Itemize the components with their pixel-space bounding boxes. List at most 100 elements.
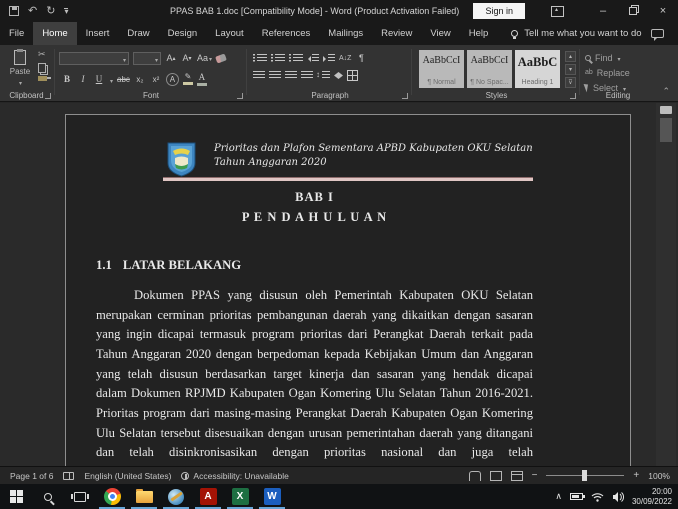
tab-view[interactable]: View bbox=[421, 22, 459, 45]
zoom-in-button[interactable]: + bbox=[633, 470, 639, 481]
taskbar-acrobat[interactable] bbox=[192, 484, 224, 509]
body-paragraph[interactable]: Dokumen PPAS yang disusun oleh Pemerinta… bbox=[96, 286, 533, 466]
wifi-icon[interactable] bbox=[591, 492, 604, 502]
tab-references[interactable]: References bbox=[253, 22, 320, 45]
font-color-button[interactable]: A bbox=[197, 73, 207, 86]
web-layout-button[interactable] bbox=[511, 471, 523, 481]
underline-button[interactable]: U bbox=[93, 72, 105, 86]
tab-home[interactable]: Home bbox=[33, 22, 76, 45]
align-center-button[interactable] bbox=[269, 71, 281, 80]
undo-icon[interactable]: ↶ bbox=[28, 6, 37, 17]
print-layout-button[interactable] bbox=[490, 471, 502, 481]
language-indicator[interactable]: English (United States) bbox=[84, 471, 171, 481]
ribbon-display-options-icon[interactable] bbox=[551, 6, 564, 17]
strikethrough-button[interactable]: abc bbox=[117, 72, 130, 86]
tab-help[interactable]: Help bbox=[460, 22, 498, 45]
tab-draw[interactable]: Draw bbox=[118, 22, 158, 45]
bullets-button[interactable] bbox=[253, 54, 267, 63]
italic-button[interactable]: I bbox=[77, 72, 89, 86]
shading-button[interactable] bbox=[334, 72, 343, 79]
superscript-button[interactable]: x² bbox=[150, 72, 162, 86]
styles-scroll-down-icon[interactable]: ▾ bbox=[565, 64, 576, 75]
taskbar-chrome[interactable] bbox=[96, 484, 128, 509]
borders-button[interactable] bbox=[347, 70, 358, 81]
underline-caret-icon[interactable] bbox=[109, 70, 113, 88]
style-normal[interactable]: AaBbCcI ¶ Normal bbox=[419, 50, 464, 88]
vertical-scrollbar[interactable] bbox=[656, 103, 676, 466]
numbering-button[interactable] bbox=[271, 54, 285, 63]
clear-formatting-button[interactable] bbox=[215, 53, 227, 63]
align-left-button[interactable] bbox=[253, 71, 265, 80]
sort-button[interactable]: A↓Z bbox=[339, 55, 351, 62]
tab-file[interactable]: File bbox=[0, 22, 33, 45]
clock[interactable]: 20:00 30/09/2022 bbox=[632, 487, 672, 507]
sign-in-button[interactable]: Sign in bbox=[473, 3, 525, 19]
tab-mailings[interactable]: Mailings bbox=[319, 22, 372, 45]
increase-indent-button[interactable] bbox=[323, 54, 335, 63]
accessibility-indicator[interactable]: Accessibility: Unavailable bbox=[181, 471, 288, 481]
speaker-icon[interactable] bbox=[612, 492, 624, 502]
start-button[interactable] bbox=[0, 484, 32, 509]
taskbar-search-button[interactable] bbox=[32, 484, 64, 509]
decrease-indent-button[interactable] bbox=[307, 54, 319, 63]
paste-button[interactable]: Paste bbox=[5, 50, 35, 94]
align-right-button[interactable] bbox=[285, 71, 297, 80]
save-icon[interactable] bbox=[9, 6, 19, 16]
scrollbar-thumb[interactable] bbox=[660, 118, 672, 142]
multilevel-list-button[interactable] bbox=[289, 54, 303, 63]
font-dialog-launcher-icon[interactable] bbox=[237, 93, 243, 99]
tab-review[interactable]: Review bbox=[372, 22, 421, 45]
change-case-button[interactable]: Aa bbox=[197, 51, 212, 65]
zoom-out-button[interactable]: − bbox=[532, 470, 538, 481]
read-mode-button[interactable] bbox=[469, 471, 481, 481]
justify-button[interactable] bbox=[301, 71, 313, 80]
format-painter-button[interactable] bbox=[38, 76, 47, 81]
redo-icon[interactable]: ↻ bbox=[46, 6, 55, 17]
font-size-combobox[interactable] bbox=[133, 52, 161, 65]
cut-button[interactable]: ✂ bbox=[38, 49, 47, 60]
replace-button[interactable]: ab Replace bbox=[585, 65, 630, 80]
text-effects-button[interactable]: A bbox=[166, 73, 179, 86]
document-page[interactable]: Prioritas dan Plafon Sementara APBD Kabu… bbox=[65, 114, 631, 466]
page-indicator[interactable]: Page 1 of 6 bbox=[10, 471, 53, 481]
clipboard-dialog-launcher-icon[interactable] bbox=[45, 93, 51, 99]
zoom-level[interactable]: 100% bbox=[648, 471, 670, 481]
battery-icon[interactable] bbox=[570, 493, 583, 500]
styles-scroll-up-icon[interactable]: ▴ bbox=[565, 51, 576, 62]
minimize-button[interactable]: – bbox=[588, 0, 618, 22]
line-spacing-button[interactable] bbox=[317, 71, 330, 80]
taskbar-excel[interactable] bbox=[224, 484, 256, 509]
restore-button[interactable] bbox=[618, 0, 648, 22]
style-no-spacing[interactable]: AaBbCcI ¶ No Spac... bbox=[467, 50, 512, 88]
font-name-combobox[interactable] bbox=[59, 52, 129, 65]
taskbar-file-explorer[interactable] bbox=[128, 484, 160, 509]
style-heading-1[interactable]: AaBbC Heading 1 bbox=[515, 50, 560, 88]
copy-button[interactable] bbox=[38, 63, 46, 73]
zoom-slider[interactable] bbox=[546, 475, 624, 476]
comments-icon[interactable] bbox=[651, 29, 664, 38]
zoom-slider-thumb[interactable] bbox=[582, 470, 587, 481]
shrink-font-button[interactable]: A▾ bbox=[181, 51, 193, 65]
proofing-status-icon[interactable] bbox=[63, 472, 74, 480]
customize-quick-access-icon[interactable]: ▾ bbox=[64, 8, 68, 15]
tray-expand-icon[interactable]: ∧ bbox=[555, 491, 562, 502]
paragraph-dialog-launcher-icon[interactable] bbox=[402, 93, 408, 99]
styles-more-icon[interactable]: ⊽ bbox=[565, 77, 576, 88]
taskbar-word[interactable] bbox=[256, 484, 288, 509]
ruler-toggle-icon[interactable] bbox=[660, 106, 672, 114]
show-paragraph-marks-button[interactable]: ¶ bbox=[355, 51, 367, 65]
close-button[interactable]: × bbox=[648, 0, 678, 22]
grow-font-button[interactable]: A▴ bbox=[165, 51, 177, 65]
bold-button[interactable]: B bbox=[61, 72, 73, 86]
tab-insert[interactable]: Insert bbox=[77, 22, 119, 45]
tab-design[interactable]: Design bbox=[159, 22, 207, 45]
text-highlight-button[interactable]: ✎ bbox=[183, 73, 193, 85]
tell-me-box[interactable]: Tell me what you want to do bbox=[511, 28, 641, 39]
collapse-ribbon-icon[interactable]: ⌃ bbox=[662, 86, 670, 97]
taskbar-photo-app[interactable] bbox=[160, 484, 192, 509]
find-button[interactable]: Find bbox=[585, 50, 621, 65]
tab-layout[interactable]: Layout bbox=[206, 22, 253, 45]
task-view-button[interactable] bbox=[64, 484, 96, 509]
styles-dialog-launcher-icon[interactable] bbox=[570, 93, 576, 99]
subscript-button[interactable]: x₂ bbox=[134, 72, 146, 86]
